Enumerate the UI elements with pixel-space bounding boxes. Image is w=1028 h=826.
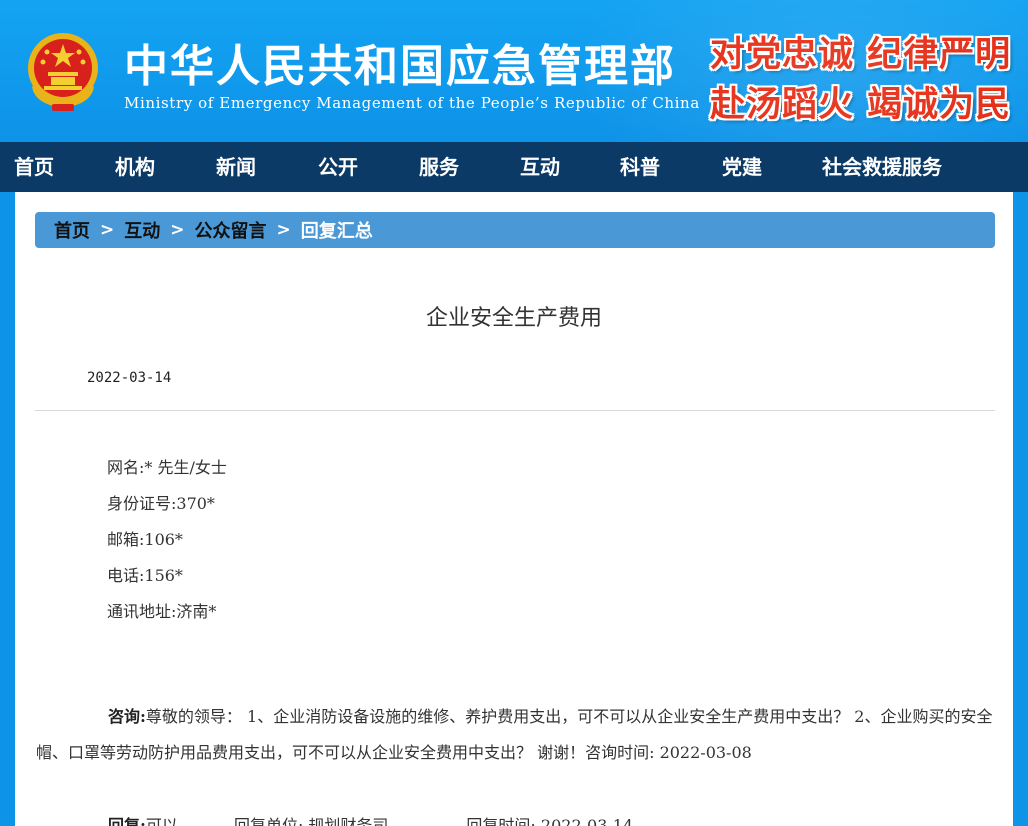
info-id-number: 身份证号:370* bbox=[107, 494, 215, 513]
nav-item-science[interactable]: 科普 bbox=[620, 142, 660, 192]
site-header: 中华人民共和国应急管理部 Ministry of Emergency Manag… bbox=[0, 0, 1028, 142]
nav-item-organization[interactable]: 机构 bbox=[115, 142, 155, 192]
info-nickname: 网名:* 先生/女士 bbox=[107, 458, 227, 477]
consult-label: 咨询: bbox=[108, 707, 146, 726]
nav-item-party[interactable]: 党建 bbox=[722, 142, 762, 192]
reply-label: 回复: bbox=[108, 816, 146, 826]
article-date: 2022-03-14 bbox=[87, 370, 172, 386]
info-address: 通讯地址:济南* bbox=[107, 602, 217, 621]
breadcrumb-separator: > bbox=[100, 220, 115, 240]
reply-paragraph: 回复:可以。 回复单位: 规划财务司 回复时间: 2022-03-14 bbox=[36, 808, 996, 826]
breadcrumb: 首页 > 互动 > 公众留言 > 回复汇总 bbox=[35, 212, 995, 248]
content-panel: 首页 > 互动 > 公众留言 > 回复汇总 企业安全生产费用 2022-03-1… bbox=[15, 192, 1013, 826]
breadcrumb-interaction[interactable]: 互动 bbox=[124, 217, 160, 243]
nav-item-services[interactable]: 服务 bbox=[419, 142, 459, 192]
article-title: 企业安全生产费用 bbox=[425, 306, 602, 331]
nav-item-interaction[interactable]: 互动 bbox=[520, 142, 560, 192]
breadcrumb-separator: > bbox=[170, 220, 185, 240]
main-nav: 首页 机构 新闻 公开 服务 互动 科普 党建 社会救援服务 bbox=[0, 142, 1028, 192]
breadcrumb-public-messages[interactable]: 公众留言 bbox=[195, 217, 267, 243]
reply-unit: 回复单位: 规划财务司 bbox=[233, 816, 389, 826]
reply-time: 回复时间: 2022-03-14 bbox=[466, 816, 634, 826]
breadcrumb-reply-summary: 回复汇总 bbox=[300, 221, 373, 242]
nav-item-home[interactable]: 首页 bbox=[14, 142, 54, 192]
breadcrumb-separator: > bbox=[276, 220, 291, 240]
slogan-line-2: 赴汤蹈火 竭诚为民 bbox=[710, 84, 1012, 125]
slogan-line-1: 对党忠诚 纪律严明 bbox=[710, 34, 1012, 75]
consult-text: 尊敬的领导： 1、企业消防设备设施的维修、养护费用支出，可不可以从企业安全生产费… bbox=[36, 707, 993, 762]
site-subtitle: Ministry of Emergency Management of the … bbox=[124, 94, 700, 112]
reply-text: 可以。 bbox=[145, 816, 194, 826]
national-emblem-icon[interactable] bbox=[24, 30, 102, 112]
consult-paragraph: 咨询:尊敬的领导： 1、企业消防设备设施的维修、养护费用支出，可不可以从企业安全… bbox=[36, 699, 996, 771]
breadcrumb-home[interactable]: 首页 bbox=[54, 217, 90, 243]
info-phone: 电话:156* bbox=[107, 566, 183, 585]
divider bbox=[35, 410, 995, 411]
nav-item-social-rescue[interactable]: 社会救援服务 bbox=[822, 142, 942, 192]
nav-item-news[interactable]: 新闻 bbox=[216, 142, 256, 192]
info-email: 邮箱:106* bbox=[107, 530, 183, 549]
nav-item-disclosure[interactable]: 公开 bbox=[318, 142, 358, 192]
site-title: 中华人民共和国应急管理部 bbox=[124, 41, 676, 92]
